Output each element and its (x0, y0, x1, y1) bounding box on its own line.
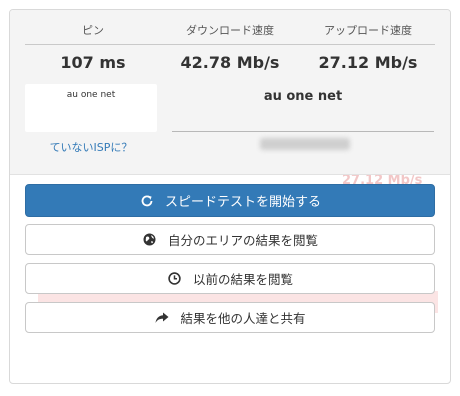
isp-name: au one net (263, 89, 343, 104)
share-results-label: 結果を他の人達と共有 (180, 311, 306, 326)
speed-test-card: 27.12 Mb/s ピン ダウンロード速度 アップロード速度 107 ms 4… (9, 9, 451, 384)
isp-logo-text: au one net (66, 90, 116, 100)
start-test-label: スピードテストを開始する (164, 195, 321, 210)
area-results-button[interactable]: 自分のエリアの結果を閲覧 (25, 224, 435, 255)
previous-results-label: 以前の結果を閲覧 (192, 272, 293, 287)
share-arrow-icon (154, 310, 170, 326)
share-results-button[interactable]: 結果を他の人達と共有 (25, 302, 435, 333)
ping-value: 107 ms (60, 53, 126, 72)
globe-icon (142, 232, 158, 248)
previous-results-button[interactable]: 以前の結果を閲覧 (25, 263, 435, 294)
header-divider (25, 44, 435, 45)
download-value: 42.78 Mb/s (180, 53, 280, 72)
not-your-isp-link[interactable]: ていないISPに？ (25, 139, 157, 155)
start-test-button[interactable]: スピードテストを開始する (25, 184, 435, 217)
refresh-icon (139, 193, 155, 209)
ping-label: ピン (82, 24, 104, 37)
results-panel: ピン ダウンロード速度 アップロード速度 107 ms 42.78 Mb/s 2… (10, 10, 450, 175)
ip-address-blurred (260, 138, 350, 150)
area-results-label: 自分のエリアの結果を閲覧 (167, 233, 318, 248)
upload-label: アップロード速度 (324, 24, 412, 37)
isp-divider (172, 131, 434, 132)
clock-icon (167, 271, 183, 287)
download-label: ダウンロード速度 (186, 24, 274, 37)
isp-logo: au one net (25, 84, 157, 132)
upload-value: 27.12 Mb/s (318, 53, 418, 72)
